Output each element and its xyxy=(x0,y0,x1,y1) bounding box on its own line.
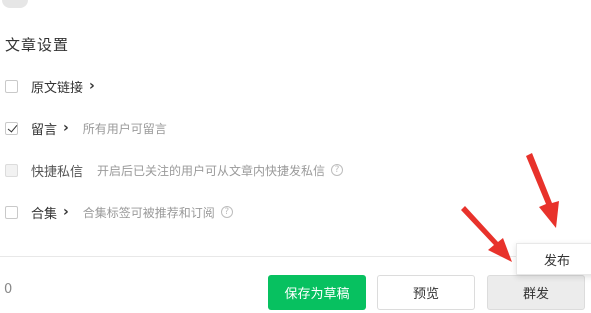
original-link-text: 原文链接 xyxy=(31,80,84,96)
comments-label[interactable]: 留言 › xyxy=(31,119,69,138)
question-icon[interactable]: ? xyxy=(331,164,344,176)
red-arrow-icon xyxy=(526,153,559,228)
annotation-arrows xyxy=(461,153,559,262)
quick-message-text: 快捷私信 xyxy=(31,164,84,180)
section-title: 文章设置 xyxy=(5,36,70,54)
chevron-right-icon: › xyxy=(63,120,69,136)
question-icon[interactable]: ? xyxy=(220,206,233,218)
publish-menu-item[interactable]: 发布 xyxy=(516,243,591,275)
setting-row-original-link[interactable]: 原文链接 › xyxy=(5,75,95,97)
comments-checkbox[interactable] xyxy=(5,121,18,135)
chevron-right-icon: › xyxy=(89,78,95,94)
red-arrow-icon xyxy=(461,206,512,262)
setting-row-quick-message: 快捷私信 开启后已关注的用户可从文章内快捷发私信 ? xyxy=(5,159,344,181)
collection-text: 合集 xyxy=(31,206,58,222)
comments-text: 留言 xyxy=(31,122,58,138)
collection-checkbox[interactable] xyxy=(5,205,18,219)
setting-row-comments[interactable]: 留言 › 所有用户可留言 xyxy=(5,117,167,139)
quick-message-description: 开启后已关注的用户可从文章内快捷发私信 xyxy=(97,163,326,178)
original-link-checkbox[interactable] xyxy=(5,79,18,93)
collection-label[interactable]: 合集 › xyxy=(31,203,69,222)
setting-row-collection[interactable]: 合集 › 合集标签可被推荐和订阅 ? xyxy=(5,201,233,223)
chevron-right-icon: › xyxy=(63,204,69,220)
comments-description: 所有用户可留言 xyxy=(82,121,167,136)
mass-send-button[interactable]: 群发 xyxy=(487,275,585,310)
preview-button[interactable]: 预览 xyxy=(377,275,475,310)
footer-divider xyxy=(0,256,591,257)
quick-message-checkbox xyxy=(5,163,18,177)
save-draft-button[interactable]: 保存为草稿 xyxy=(268,275,366,310)
collection-description: 合集标签可被推荐和订阅 xyxy=(82,205,215,220)
toggle-switch[interactable] xyxy=(2,0,28,8)
word-count: 0 xyxy=(4,282,13,297)
original-link-label[interactable]: 原文链接 › xyxy=(31,77,95,96)
quick-message-label: 快捷私信 xyxy=(31,161,83,180)
